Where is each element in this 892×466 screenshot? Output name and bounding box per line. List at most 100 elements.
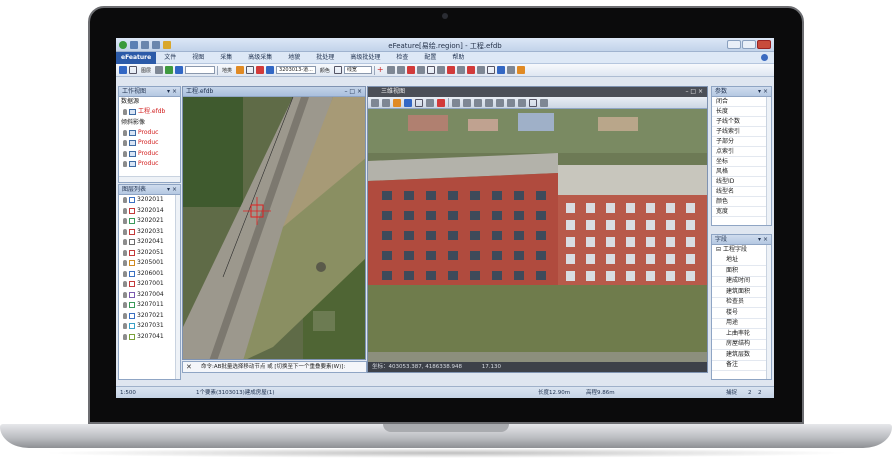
- layer-row[interactable]: 3202011: [119, 195, 180, 206]
- menu-batch[interactable]: 批处理: [308, 52, 342, 64]
- product-item[interactable]: Produc: [119, 149, 180, 160]
- vertical-scrollbar[interactable]: [766, 97, 771, 225]
- param-row[interactable]: 宽度: [712, 207, 771, 217]
- edit-node-icon[interactable]: [446, 66, 455, 74]
- parallel-line-icon[interactable]: [474, 98, 482, 107]
- visibility-bulb-icon[interactable]: [123, 207, 127, 214]
- visibility-bulb-icon[interactable]: [123, 333, 127, 340]
- line-tool-icon[interactable]: [386, 66, 395, 74]
- field-row[interactable]: 房屋结构: [712, 340, 771, 350]
- menu-config[interactable]: 配置: [416, 52, 444, 64]
- menu-view[interactable]: 视图: [184, 52, 212, 64]
- 3d-view-tab[interactable]: 三维视图 – □ ×: [368, 87, 707, 97]
- field-row[interactable]: 楼号: [712, 308, 771, 319]
- frame-icon[interactable]: [246, 66, 255, 74]
- field-row[interactable]: 备注: [712, 361, 771, 371]
- field-row[interactable]: 用途: [712, 319, 771, 329]
- snap-icon[interactable]: [266, 66, 275, 74]
- layer-combo[interactable]: [185, 66, 216, 74]
- curve-tool-icon[interactable]: [406, 66, 415, 74]
- measure-tool-icon[interactable]: [516, 66, 525, 74]
- layer-row[interactable]: 3202031: [119, 227, 180, 238]
- map-view[interactable]: 工程.efdb – □ ×: [182, 86, 366, 360]
- view-controls-icon[interactable]: – □ ×: [685, 87, 703, 97]
- vertical-line-icon[interactable]: [452, 98, 460, 107]
- wall-line-icon[interactable]: [485, 98, 493, 107]
- layer-row[interactable]: 3205001: [119, 258, 180, 269]
- bulb-icon[interactable]: [155, 66, 164, 74]
- fill-color-icon[interactable]: [175, 66, 184, 74]
- param-row[interactable]: 点索引: [712, 147, 771, 157]
- visibility-bulb-icon[interactable]: [123, 228, 127, 235]
- layer-row[interactable]: 3207001: [119, 279, 180, 290]
- aerial-imagery[interactable]: [183, 97, 366, 360]
- visibility-bulb-icon[interactable]: [123, 140, 127, 147]
- command-line[interactable]: ✕ 命令:AB批量选择移动节点 或 [切换至下一个重叠要素(W)]:: [182, 361, 367, 373]
- menu-help[interactable]: 帮助: [444, 52, 472, 64]
- visibility-bulb-icon[interactable]: [123, 161, 127, 168]
- field-row[interactable]: 地址: [712, 256, 771, 266]
- pan-3d-icon[interactable]: [404, 98, 412, 107]
- visibility-bulb-icon[interactable]: [123, 291, 127, 298]
- visibility-bulb-icon[interactable]: [123, 323, 127, 330]
- building-tool-icon[interactable]: [496, 66, 505, 74]
- color-swatch[interactable]: [333, 66, 342, 74]
- copy-tool-icon[interactable]: [506, 66, 515, 74]
- box-3d-icon[interactable]: [529, 98, 537, 107]
- menu-check[interactable]: 检查: [388, 52, 416, 64]
- slash-line-icon[interactable]: [507, 98, 515, 107]
- extend-tool-icon[interactable]: [466, 66, 475, 74]
- close-button[interactable]: [757, 40, 771, 49]
- help-icon[interactable]: [761, 54, 768, 61]
- param-row[interactable]: 闭合: [712, 97, 771, 107]
- layer-row[interactable]: 3202051: [119, 248, 180, 259]
- pin-icon[interactable]: ▾ ×: [758, 87, 768, 97]
- param-row[interactable]: 颜色: [712, 197, 771, 207]
- visibility-bulb-icon[interactable]: [123, 312, 127, 319]
- menu-terrain[interactable]: 地貌: [280, 52, 308, 64]
- layer-row[interactable]: 3207041: [119, 332, 180, 343]
- project-file-item[interactable]: 工程.efdb: [119, 107, 180, 118]
- visibility-bulb-icon[interactable]: [123, 197, 127, 204]
- fill-icon[interactable]: [540, 98, 548, 107]
- split-tool-icon[interactable]: [456, 66, 465, 74]
- product-item[interactable]: Produc: [119, 159, 180, 170]
- layer-row[interactable]: 3206001: [119, 269, 180, 280]
- layer-row[interactable]: 3207004: [119, 290, 180, 301]
- field-row[interactable]: 建成时间: [712, 277, 771, 287]
- vertical-scrollbar[interactable]: [175, 195, 180, 379]
- polyline-tool-icon[interactable]: [396, 66, 405, 74]
- zoom-extent-icon[interactable]: [371, 98, 379, 107]
- visibility-bulb-icon[interactable]: [123, 302, 127, 309]
- diagonal-line-icon[interactable]: [496, 98, 504, 107]
- imagery-group[interactable]: 倾斜影像: [119, 118, 180, 128]
- product-item[interactable]: Produc: [119, 138, 180, 149]
- vertical-scrollbar[interactable]: [766, 245, 771, 379]
- line-width-combo[interactable]: 线宽: [343, 66, 372, 74]
- rotate-icon[interactable]: [393, 98, 401, 107]
- pan-tool-icon[interactable]: [129, 66, 137, 74]
- layer-row[interactable]: 3202041: [119, 237, 180, 248]
- data-source-group[interactable]: 数据源: [119, 97, 180, 107]
- app-menu-button[interactable]: eFeature: [116, 51, 157, 64]
- maximize-button[interactable]: [742, 40, 756, 49]
- layer-row[interactable]: 3207031: [119, 321, 180, 332]
- menu-collect[interactable]: 采集: [212, 52, 240, 64]
- param-row[interactable]: 坐标: [712, 157, 771, 167]
- oblique-scene[interactable]: [368, 109, 708, 352]
- arc-tool-icon[interactable]: [436, 66, 445, 74]
- field-row[interactable]: 上曲率轮: [712, 329, 771, 340]
- visibility-bulb-icon[interactable]: [123, 281, 127, 288]
- zoom-icon[interactable]: [382, 98, 390, 107]
- map-view-tab[interactable]: 工程.efdb – □ ×: [183, 87, 365, 97]
- collapse-icon[interactable]: ⊟: [716, 245, 721, 256]
- param-row[interactable]: 线型名: [712, 187, 771, 197]
- field-row[interactable]: 面积: [712, 266, 771, 277]
- trim-tool-icon[interactable]: [476, 66, 485, 74]
- param-row[interactable]: 子线个数: [712, 117, 771, 127]
- lock-icon[interactable]: [236, 66, 245, 74]
- field-row[interactable]: 检查员: [712, 298, 771, 308]
- pin-icon[interactable]: ▾ ×: [758, 235, 768, 245]
- product-item[interactable]: Produc: [119, 128, 180, 139]
- menu-file[interactable]: 文件: [156, 52, 184, 64]
